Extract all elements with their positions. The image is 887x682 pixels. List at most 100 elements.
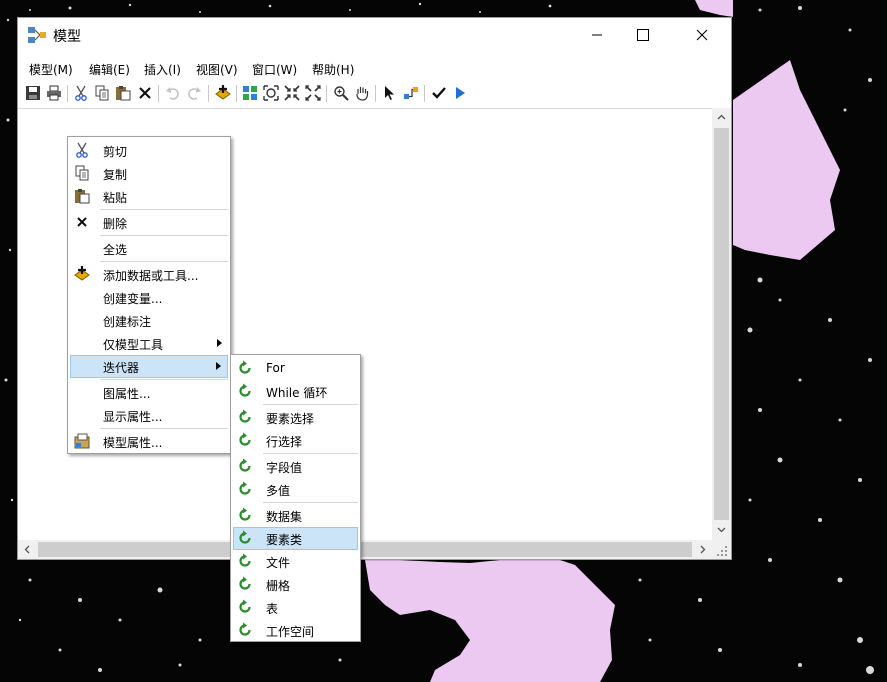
submenu-item-field-value[interactable]: 字段值 bbox=[233, 455, 358, 478]
undo-button[interactable] bbox=[163, 83, 183, 103]
undo-icon bbox=[166, 87, 179, 100]
connect-button[interactable] bbox=[401, 83, 421, 103]
submenu-item-workspaces[interactable]: 工作空间 bbox=[233, 619, 358, 642]
submenu-item-while[interactable]: While 循环 bbox=[233, 380, 358, 403]
menu-help[interactable]: 帮助(H) bbox=[312, 61, 354, 78]
validate-button[interactable] bbox=[429, 83, 449, 103]
delete-icon bbox=[139, 87, 151, 99]
fixed-zoom-in-button[interactable] bbox=[282, 83, 302, 103]
save-icon bbox=[26, 86, 40, 100]
menu-model[interactable]: 模型(M) bbox=[29, 61, 73, 78]
scroll-left-button[interactable] bbox=[19, 541, 36, 558]
copy-button[interactable] bbox=[92, 83, 112, 103]
horizontal-scroll-thumb[interactable] bbox=[38, 542, 692, 557]
menu-item-label: 图属性... bbox=[103, 387, 151, 401]
menu-item-create-label[interactable]: 创建标注 bbox=[70, 309, 228, 332]
close-button[interactable] bbox=[679, 18, 725, 52]
menu-bar: 模型(M) 编辑(E) 插入(I) 视图(V) 窗口(W) 帮助(H) bbox=[18, 57, 731, 79]
resize-grip[interactable] bbox=[712, 540, 731, 559]
menu-item-label: 复制 bbox=[103, 168, 128, 182]
menu-item-display-properties[interactable]: 显示属性... bbox=[70, 404, 228, 427]
menu-insert[interactable]: 插入(I) bbox=[144, 61, 181, 78]
print-button[interactable] bbox=[44, 83, 64, 103]
fixed-zoom-out-icon bbox=[305, 85, 321, 101]
context-menu: 剪切 复制 粘贴 删除 全选 添加数据或工具... 创建变量... 创建标注 仅… bbox=[67, 136, 231, 454]
select-button[interactable] bbox=[380, 83, 400, 103]
delete-button[interactable] bbox=[135, 83, 155, 103]
menu-item-diagram-properties[interactable]: 图属性... bbox=[70, 381, 228, 404]
minimize-button[interactable] bbox=[574, 18, 620, 52]
minimize-icon bbox=[592, 34, 602, 36]
menu-item-iterators[interactable]: 迭代器 bbox=[70, 355, 228, 378]
submenu-item-label: 表 bbox=[266, 602, 279, 616]
zoom-button[interactable] bbox=[331, 83, 351, 103]
iterator-icon bbox=[239, 409, 251, 423]
menu-separator bbox=[263, 502, 358, 503]
validate-icon bbox=[432, 87, 446, 99]
menu-item-copy[interactable]: 复制 bbox=[70, 162, 228, 185]
submenu-item-label: 行选择 bbox=[266, 435, 303, 449]
submenu-item-for[interactable]: For bbox=[233, 357, 358, 380]
menu-window[interactable]: 窗口(W) bbox=[252, 61, 297, 78]
auto-layout-icon bbox=[243, 86, 257, 100]
print-icon bbox=[47, 85, 61, 101]
save-button[interactable] bbox=[23, 83, 43, 103]
add-data-icon bbox=[215, 85, 231, 100]
submenu-item-label: 要素类 bbox=[266, 533, 303, 547]
submenu-item-feature-classes[interactable]: 要素类 bbox=[233, 527, 358, 550]
horizontal-scrollbar[interactable] bbox=[18, 540, 712, 559]
model-properties-icon bbox=[74, 433, 90, 449]
submenu-item-label: 多值 bbox=[266, 484, 291, 498]
cut-button[interactable] bbox=[71, 83, 91, 103]
submenu-item-tables[interactable]: 表 bbox=[233, 596, 358, 619]
iterator-icon bbox=[239, 576, 251, 590]
redo-button[interactable] bbox=[184, 83, 204, 103]
menu-view[interactable]: 视图(V) bbox=[196, 61, 238, 78]
menu-item-paste[interactable]: 粘贴 bbox=[70, 185, 228, 208]
vertical-scroll-thumb[interactable] bbox=[714, 128, 729, 520]
iterator-icon bbox=[239, 458, 251, 472]
full-extent-button[interactable] bbox=[261, 83, 281, 103]
resize-grip-icon bbox=[717, 546, 727, 556]
copy-icon bbox=[75, 165, 89, 181]
menu-item-delete[interactable]: 删除 bbox=[70, 211, 228, 234]
scroll-up-button[interactable] bbox=[713, 109, 730, 126]
menu-item-model-only-tools[interactable]: 仅模型工具 bbox=[70, 332, 228, 355]
fixed-zoom-in-icon bbox=[284, 85, 300, 101]
maximize-icon bbox=[637, 29, 649, 41]
run-button[interactable] bbox=[450, 83, 470, 103]
menu-separator bbox=[100, 209, 228, 210]
pan-button[interactable] bbox=[352, 83, 372, 103]
scroll-right-button[interactable] bbox=[694, 541, 711, 558]
menu-item-cut[interactable]: 剪切 bbox=[70, 139, 228, 162]
menu-item-create-variable[interactable]: 创建变量... bbox=[70, 286, 228, 309]
toolbar bbox=[22, 83, 727, 105]
vertical-scrollbar[interactable] bbox=[712, 108, 731, 540]
full-extent-icon bbox=[263, 85, 279, 101]
title-bar[interactable]: 模型 bbox=[18, 18, 731, 52]
iterator-icon bbox=[239, 599, 251, 613]
paste-button[interactable] bbox=[113, 83, 133, 103]
menu-item-label: 全选 bbox=[103, 243, 128, 257]
menu-item-model-properties[interactable]: 模型属性... bbox=[70, 430, 228, 453]
menu-edit[interactable]: 编辑(E) bbox=[89, 61, 130, 78]
add-data-icon bbox=[74, 266, 90, 281]
add-data-button[interactable] bbox=[213, 83, 233, 103]
fixed-zoom-out-button[interactable] bbox=[303, 83, 323, 103]
menu-item-label: 仅模型工具 bbox=[103, 338, 164, 352]
submenu-item-datasets[interactable]: 数据集 bbox=[233, 504, 358, 527]
menu-item-select-all[interactable]: 全选 bbox=[70, 237, 228, 260]
scroll-down-button[interactable] bbox=[713, 521, 730, 538]
submenu-item-files[interactable]: 文件 bbox=[233, 550, 358, 573]
window-title: 模型 bbox=[53, 29, 81, 45]
menu-item-add-data[interactable]: 添加数据或工具... bbox=[70, 263, 228, 286]
submenu-item-rasters[interactable]: 栅格 bbox=[233, 573, 358, 596]
maximize-button[interactable] bbox=[620, 18, 666, 52]
submenu-item-multivalue[interactable]: 多值 bbox=[233, 478, 358, 501]
submenu-item-row-selection[interactable]: 行选择 bbox=[233, 429, 358, 452]
model-app-icon bbox=[28, 27, 46, 43]
submenu-item-feature-selection[interactable]: 要素选择 bbox=[233, 406, 358, 429]
auto-layout-button[interactable] bbox=[240, 83, 260, 103]
menu-item-label: 粘贴 bbox=[103, 191, 128, 205]
submenu-item-label: For bbox=[266, 361, 285, 375]
